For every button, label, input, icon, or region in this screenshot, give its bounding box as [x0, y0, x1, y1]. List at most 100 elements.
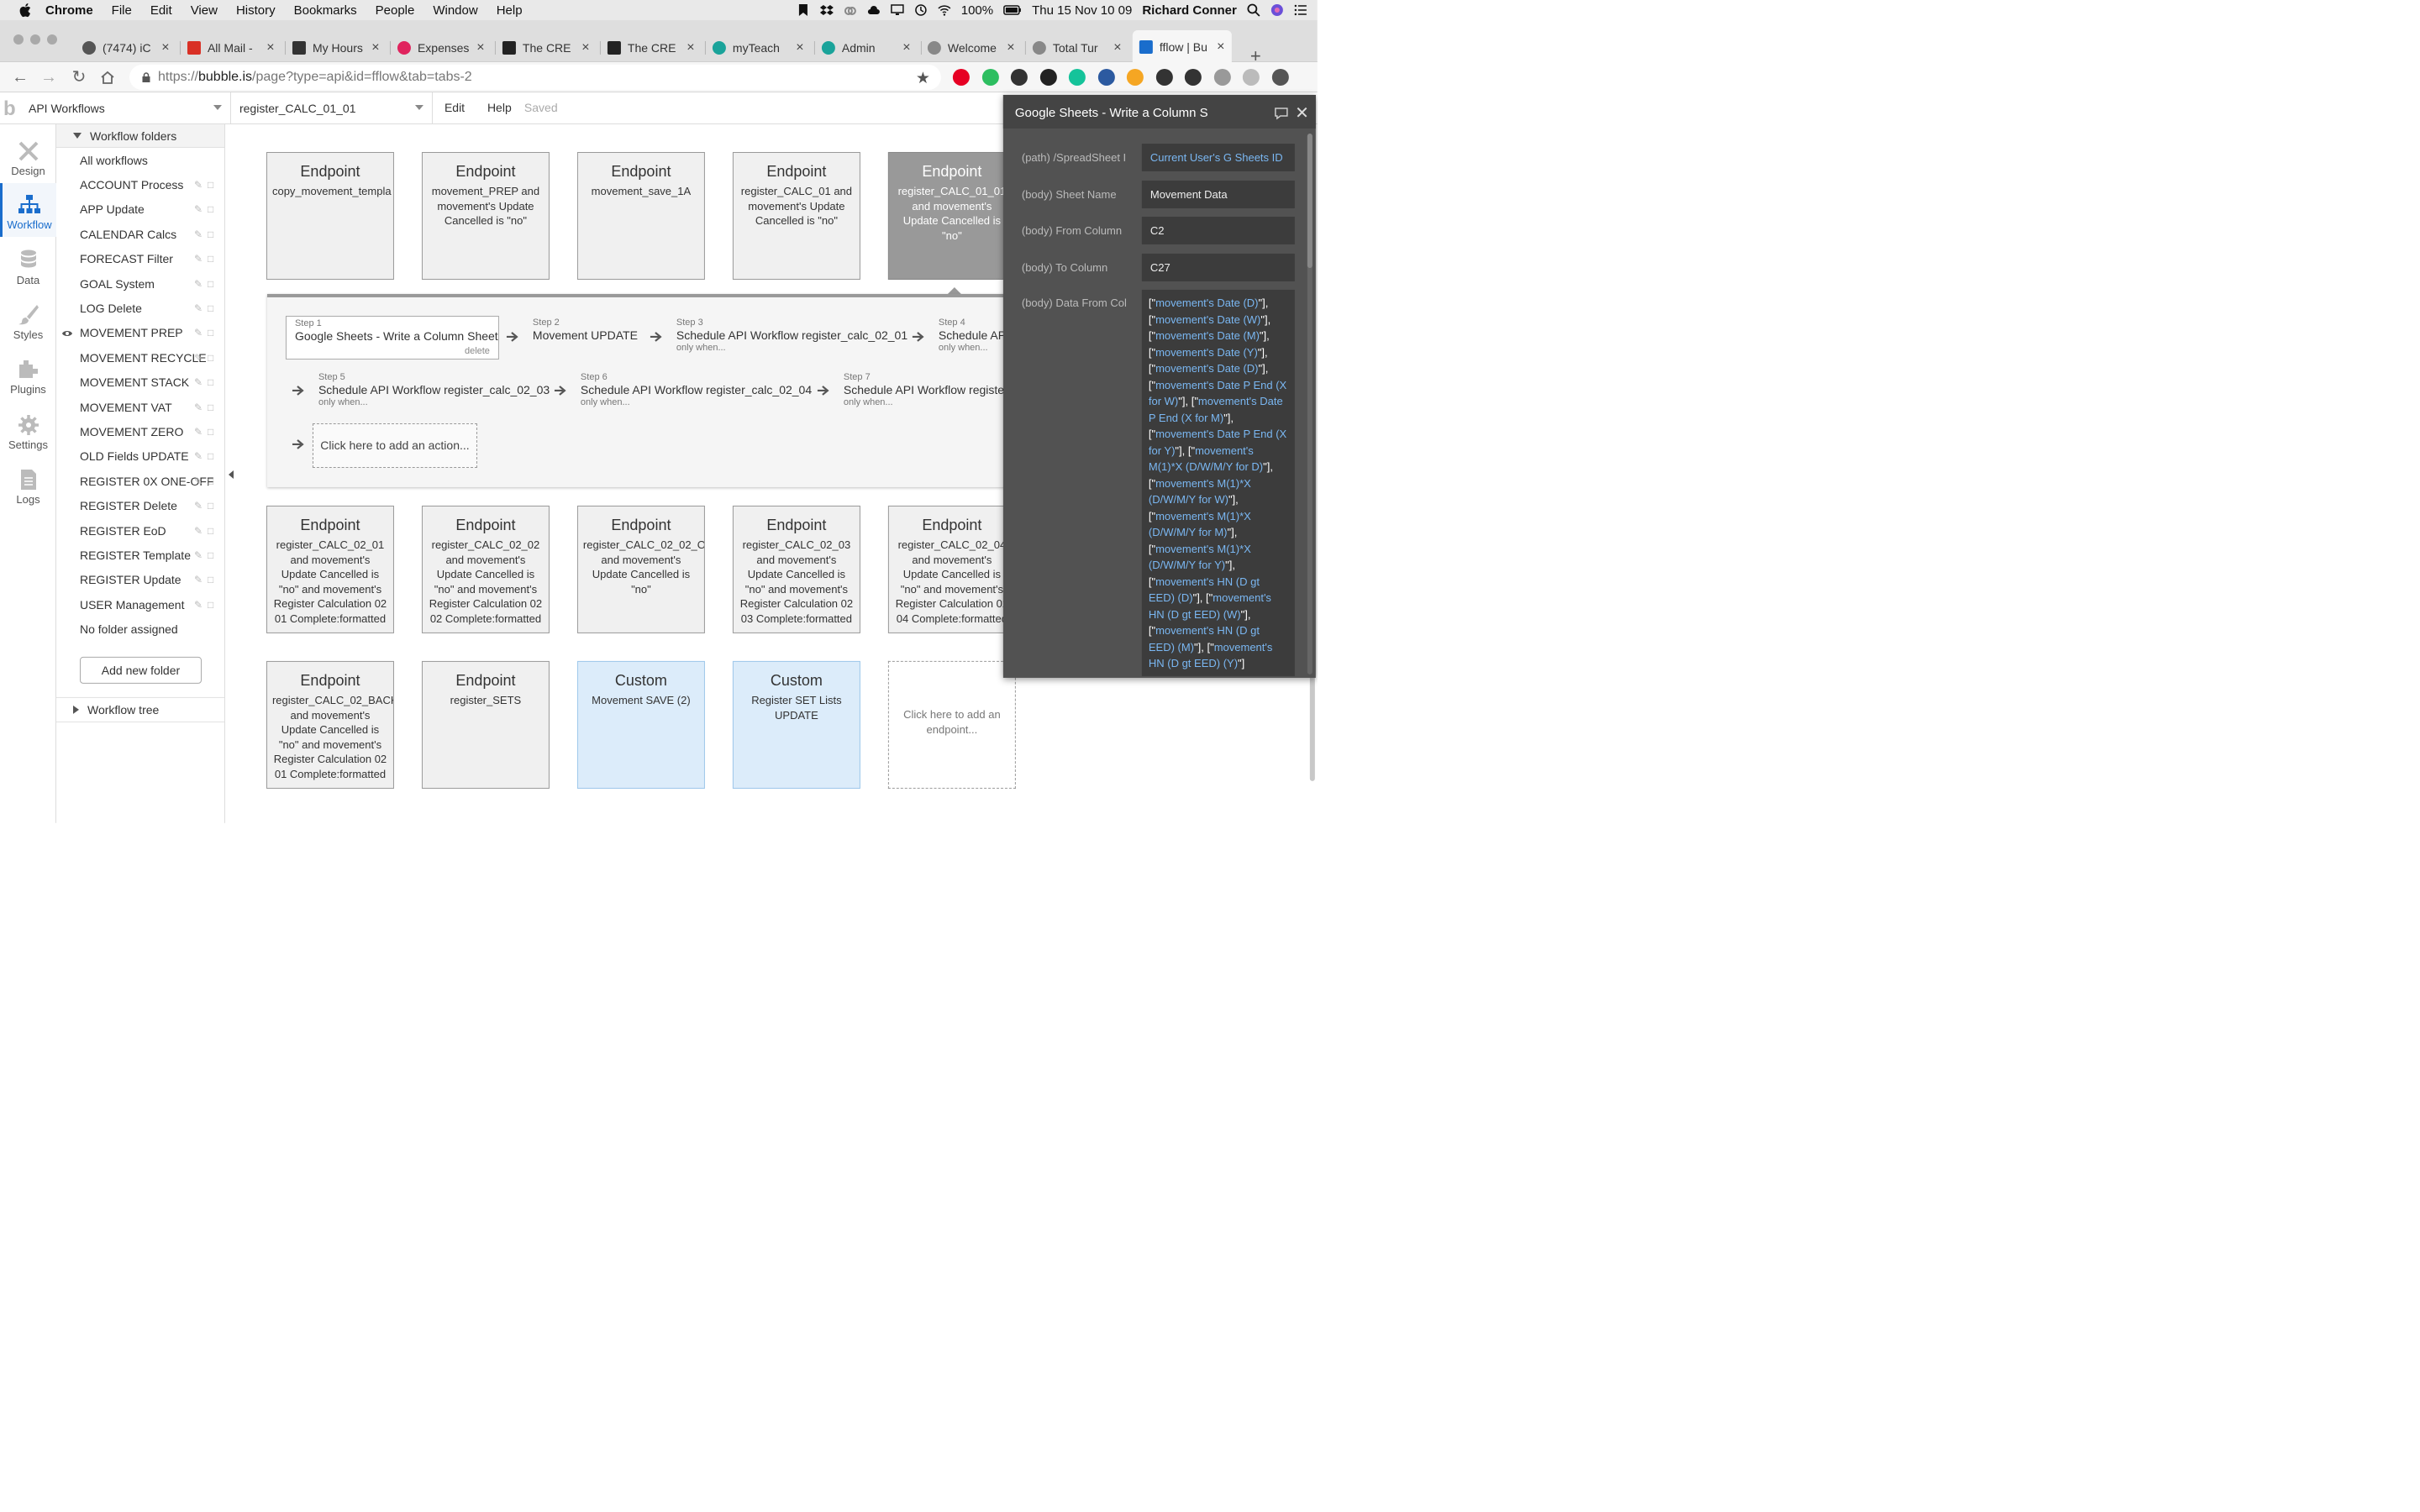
tab-close-icon[interactable]: ×	[265, 40, 276, 55]
tab-1[interactable]: (7474) iC ×	[76, 33, 176, 63]
tab-9[interactable]: Welcome ×	[921, 33, 1022, 63]
folder-item[interactable]: OLD Fields UPDATE ✎ □	[80, 444, 223, 469]
trash-icon[interactable]: □	[208, 377, 216, 387]
url-bar[interactable]: https://bubble.is/page?type=api&id=fflow…	[129, 64, 941, 90]
data-expression[interactable]: movement's Date (Y)	[1155, 345, 1258, 358]
menu-people[interactable]: People	[376, 3, 415, 17]
pencil-icon[interactable]: ✎	[194, 303, 203, 313]
trash-icon[interactable]: □	[208, 550, 216, 560]
pencil-icon[interactable]: ✎	[194, 180, 203, 190]
pencil-icon[interactable]: ✎	[194, 451, 203, 461]
endpoint-card[interactable]: Endpoint register_CALC_02_02_OL and movem…	[576, 505, 705, 633]
pencil-icon[interactable]: ✎	[194, 476, 203, 486]
trash-icon[interactable]: □	[208, 476, 216, 486]
data-from-col-value[interactable]: ["movement's Date (D)"], ["movement's Da…	[1141, 289, 1295, 676]
tab-11[interactable]: fflow | Bu ×	[1132, 29, 1232, 63]
field-value[interactable]: C27	[1141, 253, 1295, 281]
folder-item[interactable]: MOVEMENT RECYCLE ✎ □	[80, 346, 223, 370]
folder-item[interactable]: REGISTER EoD ✎ □	[80, 519, 223, 543]
menu-view[interactable]: View	[191, 3, 218, 17]
only-when-condition[interactable]: only when...	[581, 397, 812, 407]
field-value[interactable]: Movement Data	[1141, 180, 1295, 208]
tab-close-icon[interactable]: ×	[1215, 39, 1227, 54]
only-when-condition[interactable]: only when...	[318, 397, 550, 407]
custom-event-card[interactable]: Custom Register SET Lists UPDATE	[732, 660, 860, 789]
bookmark-star-icon[interactable]: ★	[916, 69, 930, 88]
tab-2[interactable]: All Mail - ×	[181, 33, 281, 63]
pencil-icon[interactable]: ✎	[194, 204, 203, 214]
trash-icon[interactable]: □	[208, 353, 216, 363]
comment-icon[interactable]	[1274, 107, 1289, 120]
sidebar-item-styles[interactable]: Styles	[0, 293, 56, 347]
workflow-step[interactable]: Step 1 Google Sheets - Write a Column She…	[285, 315, 499, 360]
trash-icon[interactable]: □	[208, 451, 216, 461]
endpoint-card[interactable]: Endpoint register_CALC_02_04 and movement…	[887, 505, 1016, 633]
trash-icon[interactable]: □	[208, 526, 216, 536]
eye-icon[interactable]	[61, 329, 73, 338]
pencil-icon[interactable]: ✎	[194, 229, 203, 239]
tab-close-icon[interactable]: ×	[580, 40, 592, 55]
tab-close-icon[interactable]: ×	[160, 40, 171, 55]
endpoint-card[interactable]: Endpoint register_CALC_02_BACK and moveme…	[266, 660, 394, 789]
data-expression[interactable]: movement's Date (M)	[1155, 329, 1260, 342]
pencil-icon[interactable]: ✎	[194, 254, 203, 264]
panel-header[interactable]: Google Sheets - Write a Column S ✕	[1002, 94, 1316, 129]
data-expression[interactable]: movement's M(1)*X (D/W/M/Y for M)	[1149, 509, 1251, 538]
workflow-step[interactable]: Step 2 Movement UPDATE	[533, 318, 638, 342]
tab-close-icon[interactable]: ×	[475, 40, 487, 55]
folder-item[interactable]: LOG Delete ✎ □	[80, 297, 223, 321]
menu-history[interactable]: History	[236, 3, 276, 17]
only-when-condition[interactable]: only when...	[844, 397, 1008, 407]
sidebar-item-logs[interactable]: Logs	[0, 458, 56, 512]
window-minimize-button[interactable]	[29, 34, 40, 45]
add-folder-button[interactable]: Add new folder	[79, 656, 202, 684]
workflow-step[interactable]: Step 5 Schedule API Workflow register_cal…	[318, 372, 550, 407]
menu-user[interactable]: Richard Conner	[1142, 3, 1237, 17]
workflow-tree-header[interactable]: Workflow tree	[55, 696, 224, 722]
time-machine-icon[interactable]	[914, 3, 928, 17]
trash-icon[interactable]: □	[208, 575, 216, 585]
tab-7[interactable]: myTeach ×	[706, 33, 811, 63]
pencil-icon[interactable]: ✎	[194, 526, 203, 536]
tab-close-icon[interactable]: ×	[794, 40, 806, 55]
folder-item[interactable]: USER Management ✎ □	[80, 593, 223, 617]
endpoint-card[interactable]: Endpoint register_CALC_01 and movement's …	[732, 151, 860, 280]
endpoint-card[interactable]: Endpoint register_SETS	[421, 660, 550, 789]
tab-6[interactable]: The CRE ×	[601, 33, 702, 63]
pinterest-icon[interactable]	[952, 68, 970, 86]
workflow-step[interactable]: Step 3 Schedule API Workflow register_cal…	[676, 318, 908, 353]
spotlight-search-icon[interactable]	[1247, 3, 1260, 17]
folder-item[interactable]: REGISTER Update ✎ □	[80, 568, 223, 592]
endpoint-card[interactable]: Endpoint movement_PREP and movement's Upd…	[421, 151, 550, 280]
tab-close-icon[interactable]: ×	[370, 40, 381, 55]
tab-close-icon[interactable]: ×	[901, 40, 913, 55]
display-icon[interactable]	[891, 3, 904, 17]
creative-cloud-icon[interactable]	[844, 3, 857, 17]
grid-icon[interactable]	[1097, 68, 1115, 86]
endpoint-card[interactable]: Endpoint copy_movement_templa	[266, 151, 394, 280]
tab-close-icon[interactable]: ×	[1005, 40, 1017, 55]
endpoint-card[interactable]: Endpoint register_CALC_01_01 and movement…	[887, 151, 1016, 280]
notification-center-icon[interactable]	[1294, 3, 1307, 17]
field-value[interactable]: Current User's G Sheets ID	[1141, 143, 1295, 171]
pencil-icon[interactable]: ✎	[194, 402, 203, 412]
menu-edit[interactable]: Edit	[150, 3, 172, 17]
trash-icon[interactable]: □	[208, 254, 216, 264]
custom-event-card[interactable]: Custom Movement SAVE (2)	[576, 660, 705, 789]
trash-icon[interactable]: □	[208, 328, 216, 338]
panel-scrollbar[interactable]	[1307, 133, 1313, 675]
only-when-condition[interactable]: only when...	[939, 343, 1009, 353]
endpoint-card[interactable]: Endpoint register_CALC_02_02 and movement…	[421, 505, 550, 633]
pencil-icon[interactable]: ✎	[194, 279, 203, 289]
pencil-icon[interactable]: ✎	[194, 377, 203, 387]
trash-icon[interactable]: □	[208, 180, 216, 190]
workflow-step[interactable]: Step 4 Schedule API only when...	[939, 318, 1009, 353]
owl-icon[interactable]	[1039, 68, 1057, 86]
data-expression[interactable]: movement's M(1)*X (D/W/M/Y for Y)	[1149, 542, 1251, 570]
pencil-icon[interactable]: ✎	[194, 427, 203, 437]
tab-close-icon[interactable]: ×	[685, 40, 697, 55]
bookmark-icon[interactable]	[797, 3, 810, 17]
menu-bookmarks[interactable]: Bookmarks	[294, 3, 357, 17]
pencil-icon[interactable]: ✎	[194, 600, 203, 610]
trash-icon[interactable]: □	[208, 402, 216, 412]
